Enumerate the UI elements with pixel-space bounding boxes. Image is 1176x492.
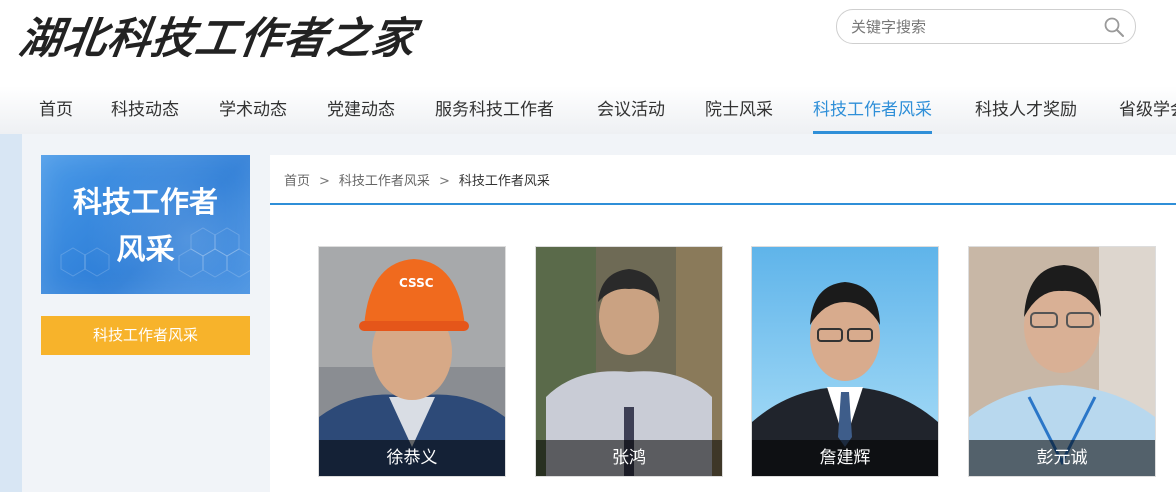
breadcrumb-current: 科技工作者风采 <box>458 174 550 189</box>
nav-item-provincial-societies[interactable]: 省级学会 <box>1119 86 1176 134</box>
person-card[interactable]: CSSC 徐恭义 <box>318 246 506 477</box>
person-card[interactable]: 张鸿 <box>535 246 723 477</box>
breadcrumb-separator: > <box>438 174 450 189</box>
person-name: 彭元诚 <box>969 440 1155 476</box>
breadcrumb: 首页 > 科技工作者风采 > 科技工作者风采 <box>284 170 550 189</box>
search-input[interactable] <box>849 16 1093 38</box>
nav-item-meetings[interactable]: 会议活动 <box>597 86 665 134</box>
breadcrumb-separator: > <box>319 174 330 189</box>
site-logo[interactable]: 湖北科技工作者之家 <box>16 4 421 66</box>
section-banner: 科技工作者 风采 <box>41 155 250 294</box>
breadcrumb-level1[interactable]: 科技工作者风采 <box>339 174 430 189</box>
person-card[interactable]: 彭元诚 <box>968 246 1156 477</box>
sidebar-button-worker-profiles[interactable]: 科技工作者风采 <box>41 316 250 355</box>
nav-item-worker-profiles[interactable]: 科技工作者风采 <box>813 86 932 134</box>
breadcrumb-underline <box>270 203 1176 205</box>
helmet-logo: CSSC <box>399 276 434 290</box>
person-name: 詹建辉 <box>752 440 938 476</box>
nav-item-party-news[interactable]: 党建动态 <box>327 86 395 134</box>
left-decoration-strip <box>0 134 22 492</box>
search-box <box>836 9 1136 44</box>
search-icon[interactable] <box>1103 16 1125 38</box>
nav-item-academicians[interactable]: 院士风采 <box>705 86 773 134</box>
main-nav: 首页 科技动态 学术动态 党建动态 服务科技工作者 会议活动 院士风采 科技工作… <box>0 86 1176 135</box>
site-header: 湖北科技工作者之家 <box>0 0 1176 86</box>
nav-item-home[interactable]: 首页 <box>39 86 73 134</box>
section-title-line1: 科技工作者 <box>72 185 218 219</box>
section-title: 科技工作者 风采 <box>41 179 250 273</box>
person-name: 张鸿 <box>536 440 722 476</box>
section-title-line2: 风采 <box>116 232 175 266</box>
person-card[interactable]: 詹建辉 <box>751 246 939 477</box>
nav-item-serve-workers[interactable]: 服务科技工作者 <box>435 86 554 134</box>
nav-item-tech-news[interactable]: 科技动态 <box>111 86 179 134</box>
nav-item-academic-news[interactable]: 学术动态 <box>219 86 287 134</box>
nav-item-talent-awards[interactable]: 科技人才奖励 <box>975 86 1077 134</box>
person-name: 徐恭义 <box>319 440 505 476</box>
breadcrumb-home[interactable]: 首页 <box>284 174 310 189</box>
